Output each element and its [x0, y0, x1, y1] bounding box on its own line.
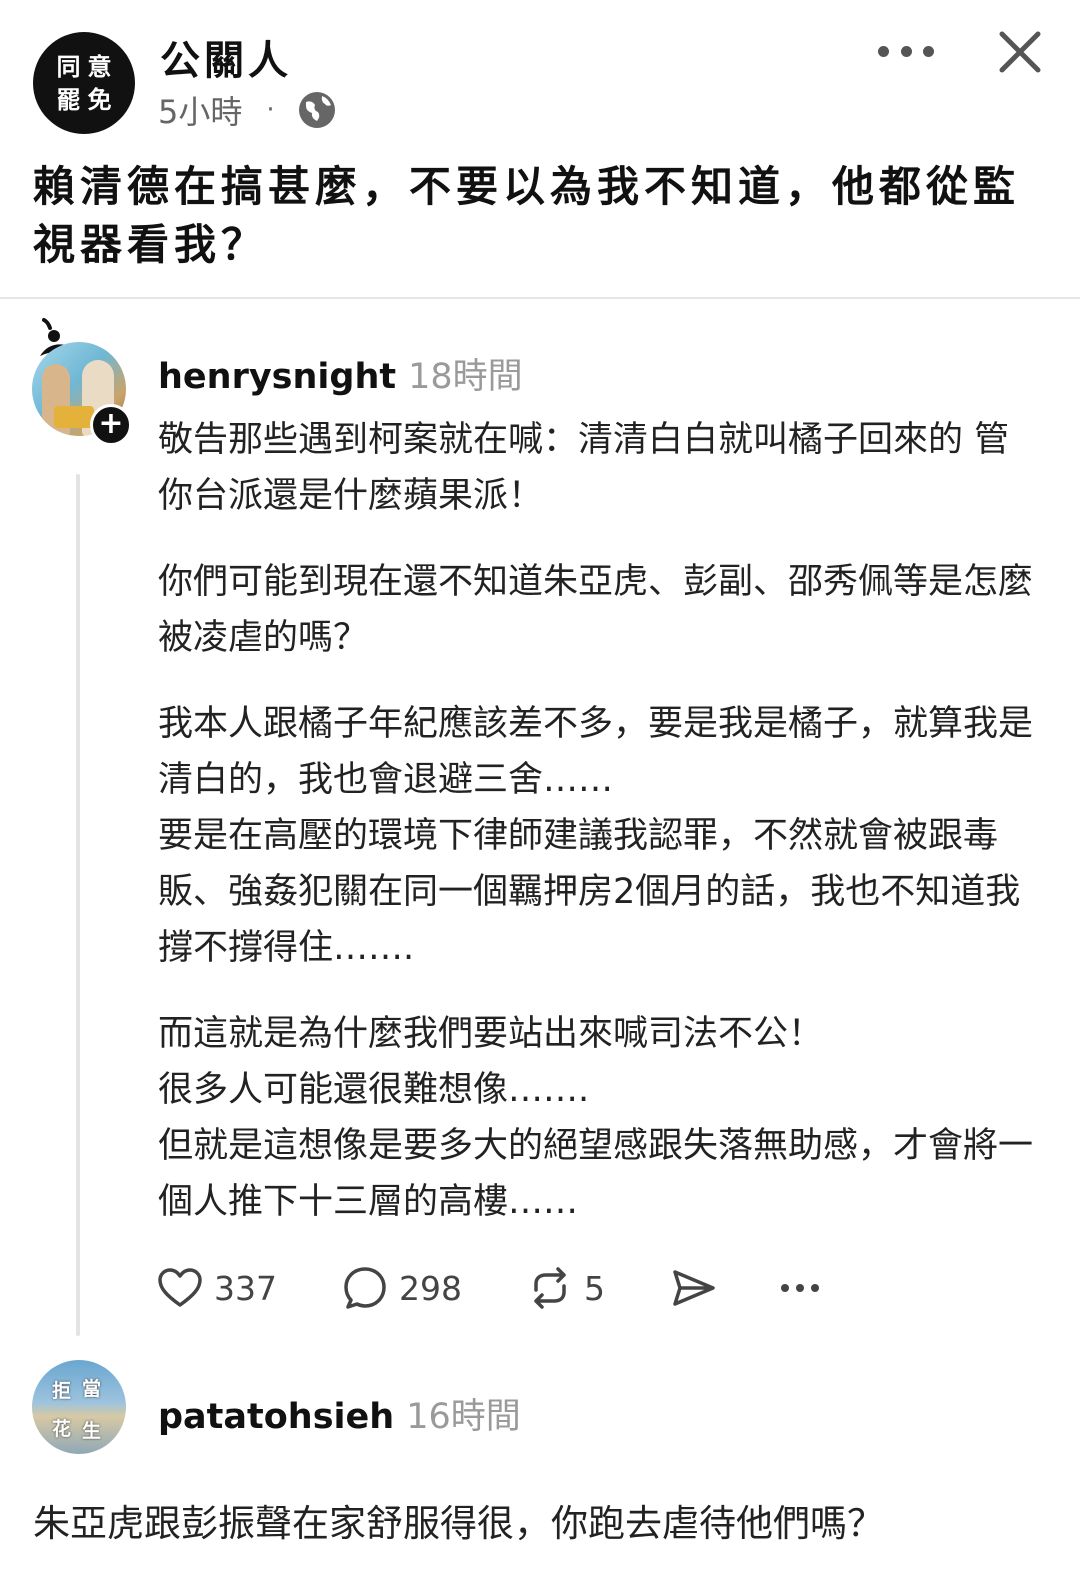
comment-paragraph: 我本人跟橘子年紀應該差不多，要是我是橘子，就算我是清白的，我也會退避三舍…… 要… [158, 704, 1034, 968]
comment-body: 敬告那些遇到柯案就在喊：清清白白就叫橘子回來的 管你台派還是什麼蘋果派！ 你們可… [158, 412, 1038, 1260]
post-time[interactable]: 5小時 [158, 87, 242, 133]
comment-user-row: henrysnight 18時間 [158, 348, 523, 397]
heart-icon [158, 1268, 202, 1307]
send-icon [673, 1270, 715, 1306]
page-avatar[interactable]: 同 意 罷 免 [33, 32, 135, 134]
post-meta: 5小時 · [158, 87, 337, 133]
avatar-char: 拒 [52, 1380, 72, 1402]
avatar-char: 生 [82, 1420, 102, 1442]
reply-button[interactable]: 298 [341, 1264, 462, 1312]
page-name[interactable]: 公關人 [160, 28, 292, 86]
avatar-char: 罷 [56, 84, 81, 114]
avatar-char: 花 [52, 1418, 72, 1440]
like-count: 337 [214, 1268, 277, 1308]
comment-icon [344, 1267, 386, 1309]
comment-paragraph: 敬告那些遇到柯案就在喊：清清白白就叫橘子回來的 管你台派還是什麼蘋果派！ [158, 420, 1010, 516]
comment-paragraph: 而這就是為什麼我們要站出來喊司法不公！ 很多人可能還很難想像……. 但就是這想像… [158, 1014, 1034, 1222]
reply-count: 298 [399, 1268, 462, 1308]
reply-text: 朱亞虎跟彭振聲在家舒服得很，你跑去虐待他們嗎？ [33, 1502, 884, 1545]
avatar-char: 當 [82, 1378, 102, 1400]
avatar-char: 免 [87, 84, 112, 114]
globe-icon [298, 92, 335, 128]
more-options-icon[interactable] [878, 38, 934, 64]
repost-icon [534, 1267, 566, 1309]
comment-time: 18時間 [408, 357, 523, 397]
comment-paragraph: 你們可能到現在還不知道朱亞虎、彭副、邵秀佩等是怎麼被凌虐的嗎？ [158, 562, 1034, 658]
share-button[interactable] [669, 1264, 717, 1312]
thread-line [76, 474, 80, 1336]
meta-separator: · [266, 95, 275, 125]
repost-count: 5 [584, 1268, 605, 1308]
repost-button[interactable]: 5 [526, 1264, 605, 1312]
reply-username[interactable]: patatohsieh [158, 1397, 394, 1437]
close-icon[interactable] [996, 28, 1044, 76]
avatar-char: 意 [87, 51, 112, 81]
reply-user-row: patatohsieh 16時間 [158, 1388, 521, 1437]
comment-username[interactable]: henrysnight [158, 357, 396, 397]
comment-more-icon[interactable] [781, 1284, 819, 1292]
post-header: 同 意 罷 免 公關人 5小時 · [0, 0, 1080, 140]
like-button[interactable]: 337 [156, 1264, 277, 1312]
divider [0, 297, 1080, 299]
avatar-char: 同 [56, 51, 81, 81]
reply-time: 16時間 [406, 1397, 521, 1437]
post-text: 賴清德在搞甚麼，不要以為我不知道，他都從監視器看我？ [33, 162, 1021, 269]
replier-avatar[interactable]: 拒 當 花 生 [32, 1360, 126, 1454]
follow-button[interactable]: + [90, 404, 132, 446]
comment-actions: 337 298 5 [156, 1262, 819, 1314]
